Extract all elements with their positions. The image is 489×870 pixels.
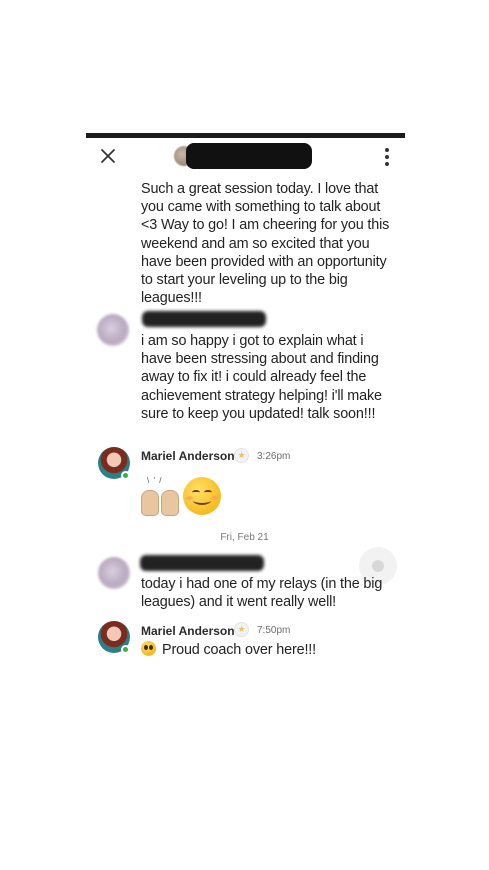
more-vertical-icon (385, 148, 389, 152)
smiling-face-emoji (183, 477, 221, 515)
more-options-button[interactable] (379, 148, 395, 166)
sender-name-redacted (142, 311, 266, 327)
pleading-face-emoji (141, 641, 156, 656)
sender-name: Mariel Anderson (141, 449, 235, 463)
circle-icon (372, 560, 384, 572)
avatar[interactable] (98, 557, 130, 589)
timestamp: 3:26pm (257, 451, 291, 462)
online-status-dot (121, 471, 130, 480)
message-text: today i had one of my relays (in the big… (141, 576, 383, 611)
message-text: Such a great session today. I love that … (141, 181, 390, 307)
emoji-message: \ ' / (139, 474, 221, 518)
sender-name-redacted (140, 555, 264, 571)
chat-header (86, 138, 405, 176)
online-status-dot (121, 645, 130, 654)
message-text: Proud coach over here!!! (141, 641, 396, 659)
contact-name-redacted[interactable] (186, 143, 312, 169)
close-button[interactable] (98, 146, 118, 166)
message-text: i am so happy i got to explain what i ha… (141, 333, 382, 422)
close-icon (101, 149, 115, 163)
sender-name: Mariel Anderson (141, 624, 235, 638)
raising-hands-emoji: \ ' / (139, 476, 183, 516)
star-badge-icon: ★ (234, 448, 249, 463)
timestamp: 7:50pm (257, 625, 291, 636)
star-badge-icon: ★ (234, 622, 249, 637)
avatar[interactable] (97, 314, 129, 346)
date-separator: Fri, Feb 21 (220, 532, 269, 543)
